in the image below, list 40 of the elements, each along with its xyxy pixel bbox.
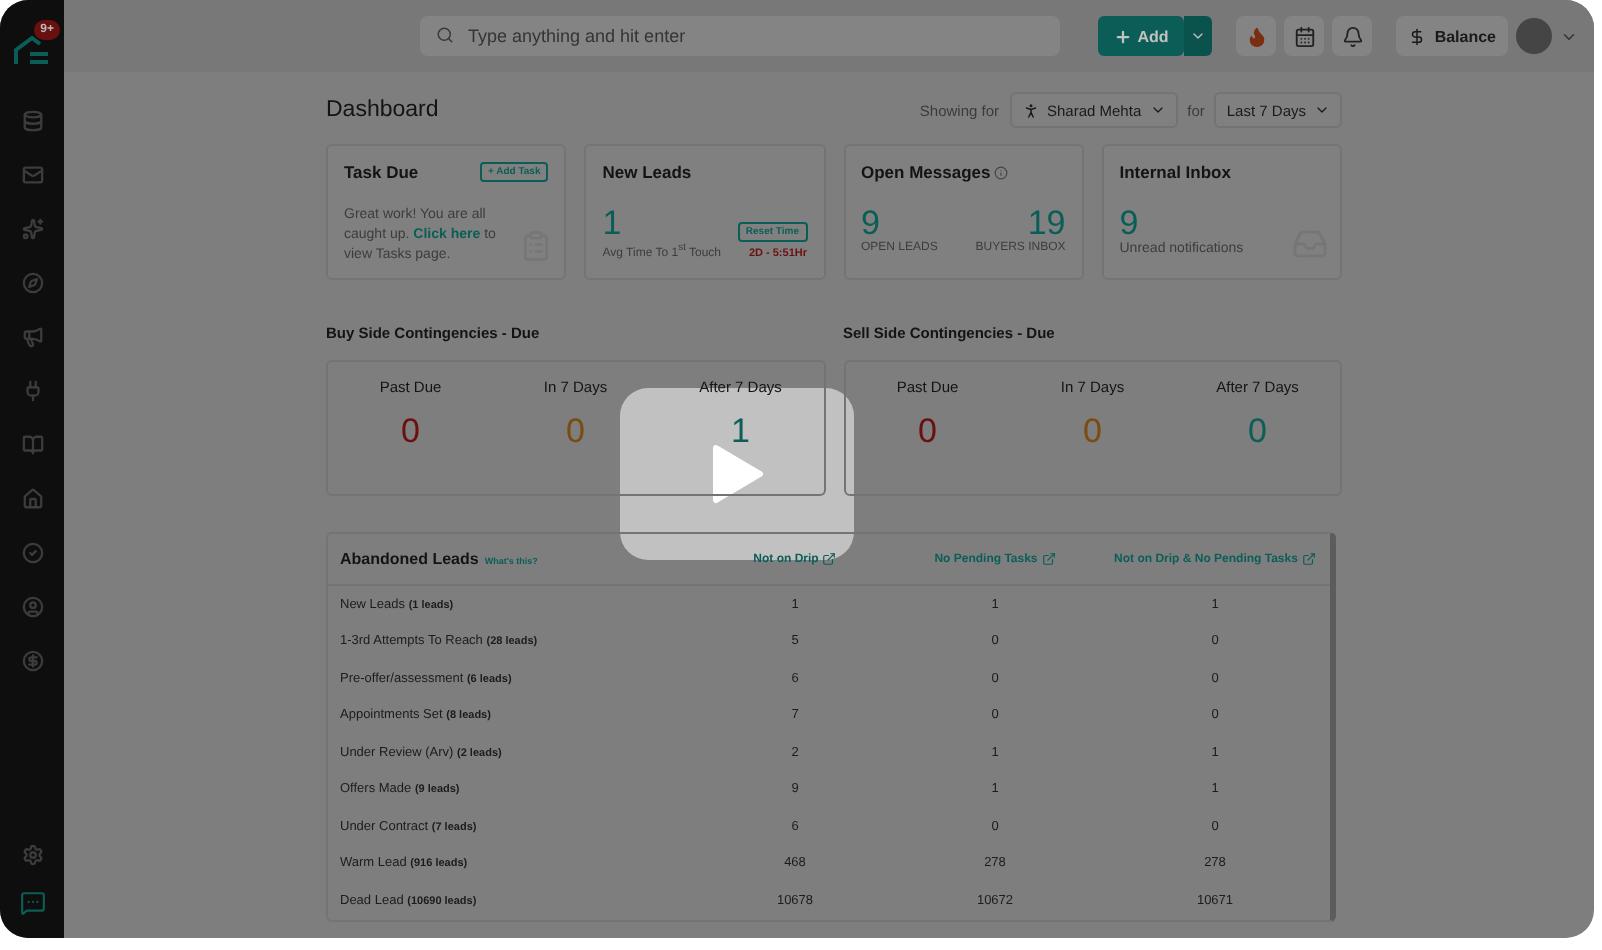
inbox-count: 9 [1119, 206, 1139, 242]
contingency-count: 0 [401, 412, 420, 452]
fire-button[interactable] [1236, 16, 1277, 56]
logo-icon[interactable] [12, 34, 52, 66]
avatar[interactable] [1516, 18, 1552, 54]
page-title: Dashboard [326, 98, 439, 122]
info-icon[interactable] [994, 165, 1009, 179]
notifications-button[interactable] [1332, 16, 1373, 56]
table-title: Abandoned Leads [340, 550, 479, 568]
add-menu-button[interactable] [1184, 16, 1213, 56]
calendar-icon [1293, 25, 1316, 47]
card-title: Open Messages [861, 162, 991, 182]
plus-icon [1113, 27, 1132, 45]
caret-icon [1314, 102, 1330, 118]
card-title: Internal Inbox [1119, 162, 1233, 182]
contingency-count: 0 [918, 412, 937, 452]
add-button[interactable]: Add [1097, 16, 1185, 56]
external-link-icon [822, 552, 837, 566]
caret-icon [1190, 28, 1207, 44]
contingency-count: 1 [731, 412, 750, 452]
external-link-icon [1301, 552, 1316, 566]
external-link-icon [1041, 552, 1056, 566]
message-count: 19 [1027, 206, 1066, 242]
search-field[interactable]: Type anything and hit enter [420, 16, 1060, 56]
card-title: New Leads [602, 162, 694, 182]
message-count: 9 [861, 206, 880, 242]
dollar-icon [1408, 27, 1427, 45]
contingency-count: 0 [566, 412, 585, 452]
contingency-count: 0 [1248, 412, 1267, 452]
calendar-button[interactable] [1284, 16, 1325, 56]
bell-icon [1341, 25, 1364, 47]
person-icon [1021, 101, 1039, 119]
card-title: Task Due [344, 162, 419, 182]
balance-button[interactable]: Balance [1396, 16, 1508, 56]
search-icon [436, 26, 454, 44]
contingency-count: 0 [1083, 412, 1102, 452]
caret-icon [1149, 102, 1166, 118]
new-leads-count: 1 [602, 206, 624, 242]
play-icon [711, 444, 763, 504]
flame-icon [1245, 25, 1268, 47]
